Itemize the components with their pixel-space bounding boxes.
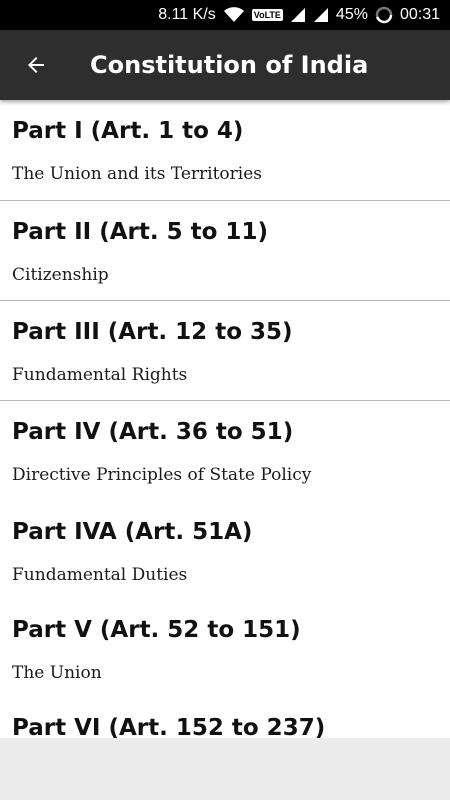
back-button[interactable]	[18, 47, 54, 83]
battery-percent: 45%	[335, 6, 368, 23]
part-subtitle: Citizenship	[12, 265, 109, 285]
list-item-part-v[interactable]: Part V (Art. 52 to 151) The Union	[0, 599, 450, 697]
signal-icon-2	[313, 7, 329, 23]
signal-icon	[290, 7, 306, 23]
arrow-left-icon	[28, 57, 44, 73]
list-item-part-iv[interactable]: Part IV (Art. 36 to 51) Directive Princi…	[0, 401, 450, 501]
part-title: Part II (Art. 5 to 11)	[12, 219, 268, 245]
volte-badge: VoLTE	[251, 9, 283, 21]
clock: 00:31	[399, 6, 440, 23]
page-title: Constitution of India	[90, 51, 369, 79]
network-speed: 8.11 K/s	[158, 6, 216, 23]
part-title: Part IV (Art. 36 to 51)	[12, 419, 294, 445]
list-item-part-ii[interactable]: Part II (Art. 5 to 11) Citizenship	[0, 201, 450, 301]
part-subtitle: The Union	[12, 663, 102, 683]
part-title: Part I (Art. 1 to 4)	[12, 118, 244, 144]
part-title: Part VI (Art. 152 to 237)	[12, 715, 326, 738]
list-item-part-iii[interactable]: Part III (Art. 12 to 35) Fundamental Rig…	[0, 301, 450, 401]
part-subtitle: Fundamental Rights	[12, 365, 188, 385]
part-subtitle: The Union and its Territories	[12, 164, 263, 184]
part-title: Part IVA (Art. 51A)	[12, 519, 253, 545]
status-bar: 8.11 K/s VoLTE 45% 00:31	[0, 0, 450, 30]
list-item-part-vi[interactable]: Part VI (Art. 152 to 237)	[0, 697, 450, 738]
list-item-part-i[interactable]: Part I (Art. 1 to 4) The Union and its T…	[0, 100, 450, 201]
wifi-icon	[223, 7, 245, 23]
battery-icon	[375, 6, 393, 24]
part-subtitle: Directive Principles of State Policy	[12, 465, 312, 485]
list-item-part-iva[interactable]: Part IVA (Art. 51A) Fundamental Duties	[0, 501, 450, 599]
part-title: Part III (Art. 12 to 35)	[12, 319, 293, 345]
app-bar: Constitution of India	[0, 30, 450, 100]
bottom-bar	[0, 738, 450, 800]
part-title: Part V (Art. 52 to 151)	[12, 617, 301, 643]
parts-list: Part I (Art. 1 to 4) The Union and its T…	[0, 100, 450, 738]
part-subtitle: Fundamental Duties	[12, 565, 188, 585]
